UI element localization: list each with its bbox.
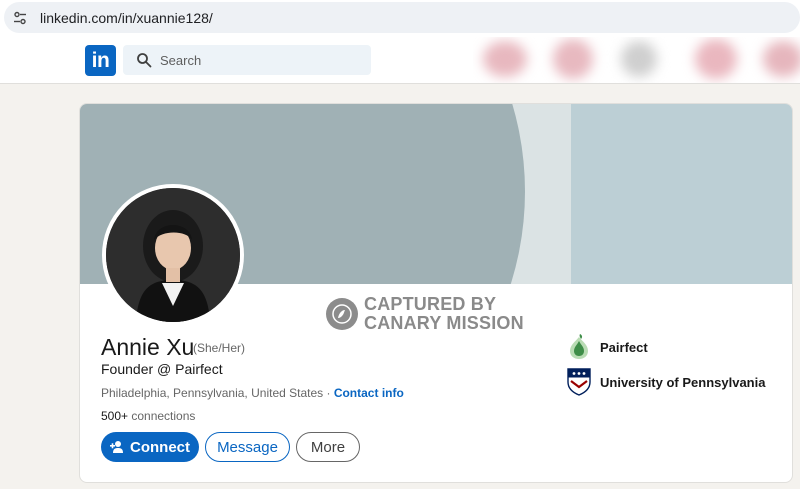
location-line: Philadelphia, Pennsylvania, United State… [101,386,404,400]
watermark-line2: CANARY MISSION [364,313,524,333]
browser-toolbar: linkedin.com/in/xuannie128/ [0,0,800,37]
top-nav: in [0,37,800,84]
location-separator: · [323,386,334,400]
pairfect-logo [566,333,592,361]
pronouns: (She/Her) [193,341,246,355]
tune-icon[interactable] [8,6,32,30]
connect-button[interactable]: Connect [101,432,199,462]
bird-icon [326,298,358,330]
connections-number: 500+ [101,409,129,423]
current-company[interactable]: Pairfect [566,333,648,361]
more-button[interactable]: More [296,432,360,462]
education[interactable]: University of Pennsylvania [566,368,765,396]
add-person-icon [110,441,123,453]
canary-mission-watermark: CAPTURED BY CANARY MISSION [326,295,524,333]
company-name: Pairfect [600,339,648,355]
watermark-line1: CAPTURED BY [364,294,497,314]
connections-label: connections [128,409,196,423]
profile-photo[interactable] [102,184,244,326]
search-box[interactable] [123,45,371,75]
address-bar[interactable]: linkedin.com/in/xuannie128/ [4,2,800,33]
location-text: Philadelphia, Pennsylvania, United State… [101,386,324,400]
school-name: University of Pennsylvania [600,374,766,390]
blurred-nav-items [473,37,800,83]
connections-count[interactable]: 500+ connections [101,409,195,423]
profile-name: Annie Xu [101,334,195,360]
url-text[interactable]: linkedin.com/in/xuannie128/ [40,10,213,26]
profile-headline: Founder @ Pairfect [101,361,223,377]
message-button[interactable]: Message [205,432,290,462]
search-icon [137,53,152,68]
contact-info-link[interactable]: Contact info [334,386,404,400]
linkedin-logo[interactable]: in [85,45,116,76]
search-input[interactable] [160,52,360,68]
profile-card: CAPTURED BY CANARY MISSION Annie Xu (She… [79,103,793,483]
connect-label: Connect [130,438,190,456]
penn-shield-logo [566,368,592,396]
